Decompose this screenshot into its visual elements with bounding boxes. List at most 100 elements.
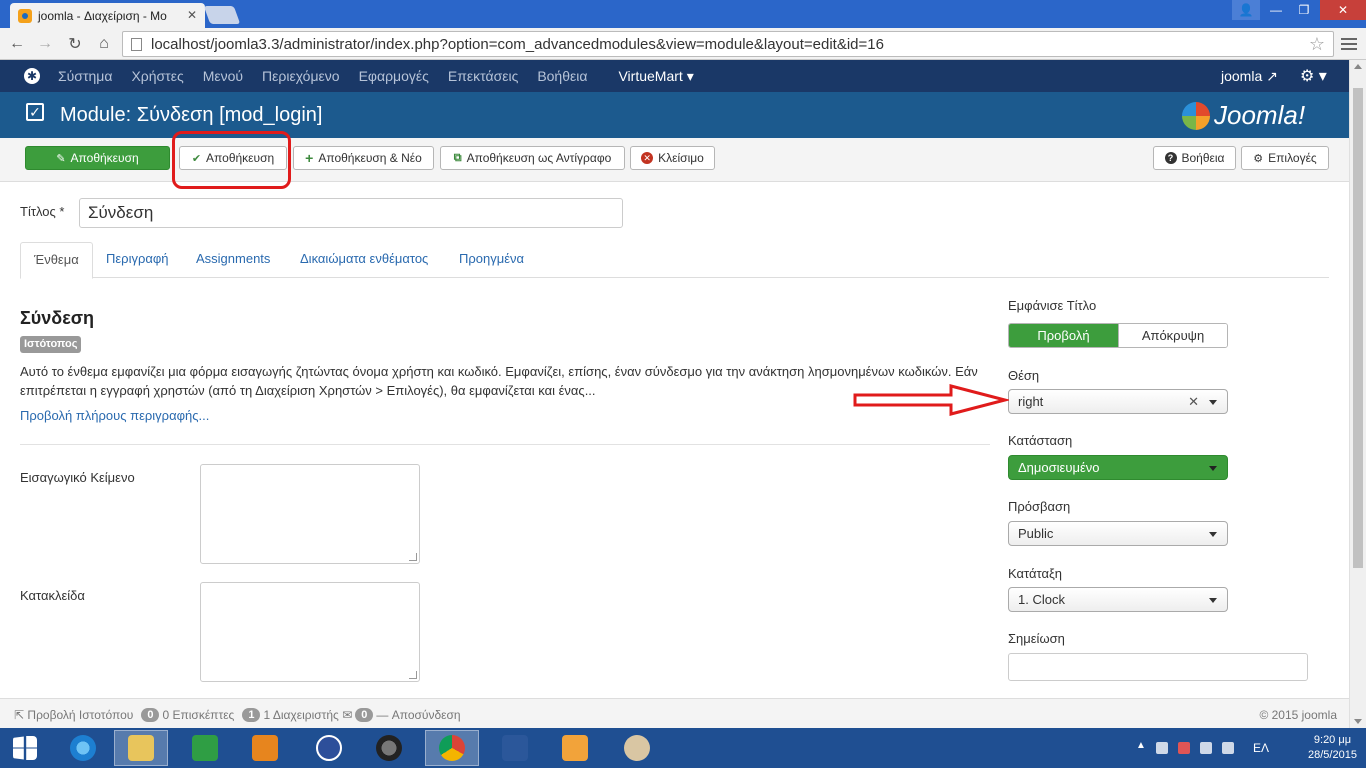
settings-gear-icon[interactable]: ⚙ ▾ bbox=[1300, 66, 1327, 86]
gear-icon: ⚙ bbox=[1253, 152, 1264, 165]
nav-item-virtuemart[interactable]: VirtueMart ▾ bbox=[618, 68, 693, 85]
windows-logo-icon bbox=[13, 736, 37, 760]
network-icon[interactable] bbox=[1178, 742, 1190, 754]
messages-badge: 0 bbox=[355, 707, 374, 722]
logout-link[interactable]: Αποσύνδεση bbox=[392, 708, 461, 722]
save-button[interactable]: ✔ Αποθήκευση bbox=[179, 146, 287, 170]
nav-item-content[interactable]: Περιεχόμενο bbox=[262, 68, 340, 84]
tab-description[interactable]: Περιγραφή bbox=[106, 242, 169, 278]
page-icon bbox=[131, 38, 142, 51]
scroll-down-icon[interactable] bbox=[1354, 719, 1362, 724]
position-value: right bbox=[1018, 394, 1044, 409]
visitors-badge: 0 bbox=[141, 707, 160, 722]
taskbar-word[interactable] bbox=[488, 730, 542, 766]
nav-item-menus[interactable]: Μενού bbox=[203, 68, 243, 84]
user-profile-icon[interactable]: 👤 bbox=[1232, 0, 1260, 20]
question-icon: ? bbox=[1164, 152, 1177, 164]
show-title-toggle[interactable]: Προβολή Απόκρυψη bbox=[1008, 323, 1228, 348]
access-select[interactable]: Public bbox=[1008, 521, 1228, 546]
tray-expand-icon[interactable]: ▲ bbox=[1136, 740, 1146, 751]
save-copy-button[interactable]: ⧉ Αποθήκευση ως Αντίγραφο bbox=[440, 146, 625, 170]
window-close-button[interactable]: ✕ bbox=[1320, 0, 1366, 20]
nav-item-components[interactable]: Εφαρμογές bbox=[359, 68, 429, 84]
apply-button[interactable]: ✎ Αποθήκευση bbox=[25, 146, 170, 170]
intro-text-textarea[interactable] bbox=[200, 464, 420, 564]
scroll-up-icon[interactable] bbox=[1354, 64, 1362, 69]
chevron-down-icon: ▾ bbox=[686, 67, 694, 84]
app-icon bbox=[252, 735, 278, 761]
clear-icon[interactable]: ✕ bbox=[1188, 394, 1199, 410]
visitors-text: 0 Επισκέπτες bbox=[162, 707, 235, 722]
taskbar-explorer[interactable] bbox=[114, 730, 168, 766]
ordering-select[interactable]: 1. Clock bbox=[1008, 587, 1228, 612]
new-tab-button[interactable] bbox=[203, 6, 241, 24]
input-language[interactable]: ΕΛ bbox=[1253, 741, 1269, 755]
show-title-on-button[interactable]: Προβολή bbox=[1009, 324, 1118, 347]
show-title-off-button[interactable]: Απόκρυψη bbox=[1118, 324, 1227, 347]
red-arrow-annotation bbox=[853, 384, 1009, 416]
action-toolbar: ✎ Αποθήκευση ✔ Αποθήκευση + Αποθήκευση & Νέ… bbox=[0, 138, 1366, 182]
reload-icon[interactable]: ↻ bbox=[64, 33, 86, 55]
nav-item-users[interactable]: Χρήστες bbox=[131, 68, 183, 84]
clock[interactable]: 9:20 μμ 28/5/2015 bbox=[1308, 733, 1357, 763]
page-scrollbar[interactable] bbox=[1349, 60, 1366, 728]
address-bar[interactable]: localhost/joomla3.3/administrator/index.… bbox=[122, 31, 1334, 57]
status-select[interactable]: Δημοσιευμένο bbox=[1008, 455, 1228, 480]
bookmark-star-icon[interactable]: ☆ bbox=[1309, 34, 1325, 55]
nav-user-link[interactable]: joomla ↗ bbox=[1221, 68, 1278, 85]
joomla-brand-icon bbox=[1182, 101, 1210, 130]
close-button[interactable]: ✕ Κλείσιμο bbox=[630, 146, 715, 170]
show-full-description-link[interactable]: Προβολή πλήρους περιγραφής... bbox=[20, 408, 209, 423]
site-badge: Ιστότοπος bbox=[20, 336, 82, 353]
flag-icon[interactable] bbox=[1156, 742, 1168, 754]
user-name: joomla bbox=[1221, 68, 1263, 84]
taskbar-chrome[interactable] bbox=[425, 730, 479, 766]
forward-arrow-icon[interactable]: → bbox=[34, 33, 56, 55]
tab-assignments[interactable]: Assignments bbox=[196, 242, 270, 278]
access-value: Public bbox=[1018, 526, 1054, 541]
speaker-icon[interactable] bbox=[1222, 742, 1234, 754]
position-select[interactable]: right ✕ bbox=[1008, 389, 1228, 414]
nav-item-help[interactable]: Βοήθεια bbox=[537, 68, 587, 84]
taskbar-globe[interactable] bbox=[362, 730, 416, 766]
tab-close-icon[interactable]: ✕ bbox=[187, 8, 197, 22]
taskbar-paint[interactable] bbox=[610, 730, 664, 766]
taskbar-app[interactable] bbox=[238, 730, 292, 766]
title-input[interactable] bbox=[79, 198, 623, 228]
taskbar-help[interactable] bbox=[302, 730, 356, 766]
scrollbar-thumb[interactable] bbox=[1353, 88, 1363, 568]
save-new-button[interactable]: + Αποθήκευση & Νέο bbox=[293, 146, 434, 170]
status-value: Δημοσιευμένο bbox=[1018, 460, 1100, 475]
browser-menu-icon[interactable] bbox=[1338, 34, 1360, 54]
edit-icon: ✎ bbox=[56, 152, 66, 165]
admin-status-bar: ⇱ Προβολή Ιστοτόπου 0 0 Επισκέπτες 1 1 Δ… bbox=[0, 698, 1349, 730]
taskbar-ie[interactable] bbox=[56, 730, 110, 766]
joomla-logo-icon[interactable]: ✱ bbox=[24, 68, 40, 84]
options-button[interactable]: ⚙ Επιλογές bbox=[1241, 146, 1329, 170]
nav-item-extensions[interactable]: Επεκτάσεις bbox=[448, 68, 518, 84]
chevron-down-icon bbox=[1209, 400, 1217, 405]
note-input[interactable] bbox=[1008, 653, 1308, 681]
close-label: Κλείσιμο bbox=[658, 151, 704, 165]
chrome-icon bbox=[439, 735, 465, 761]
browser-toolbar: ← → ↻ ⌂ localhost/joomla3.3/administrato… bbox=[0, 28, 1366, 60]
tab-advanced[interactable]: Προηγμένα bbox=[459, 242, 524, 278]
taskbar-media[interactable] bbox=[548, 730, 602, 766]
browser-tab[interactable]: joomla - Διαχείριση - Mo ✕ bbox=[10, 3, 205, 28]
start-button[interactable] bbox=[0, 730, 50, 766]
window-minimize-button[interactable]: — bbox=[1262, 0, 1290, 20]
tab-permissions[interactable]: Δικαιώματα ενθέματος bbox=[300, 242, 428, 278]
back-arrow-icon[interactable]: ← bbox=[6, 33, 28, 55]
nav-item-system[interactable]: Σύστημα bbox=[58, 68, 112, 84]
home-icon[interactable]: ⌂ bbox=[93, 33, 115, 55]
monitor-icon[interactable] bbox=[1200, 742, 1212, 754]
save-label: Αποθήκευση bbox=[206, 151, 275, 165]
brand-wordmark: Joomla! bbox=[1214, 100, 1306, 130]
external-link-icon: ↗ bbox=[1266, 68, 1278, 84]
window-maximize-button[interactable]: ❐ bbox=[1290, 0, 1318, 20]
footer-text-textarea[interactable] bbox=[200, 582, 420, 682]
view-site-link[interactable]: Προβολή Ιστοτόπου bbox=[27, 708, 133, 722]
help-button[interactable]: ? Βοήθεια bbox=[1153, 146, 1236, 170]
taskbar-store[interactable] bbox=[178, 730, 232, 766]
tab-module[interactable]: Ένθεμα bbox=[20, 242, 93, 279]
